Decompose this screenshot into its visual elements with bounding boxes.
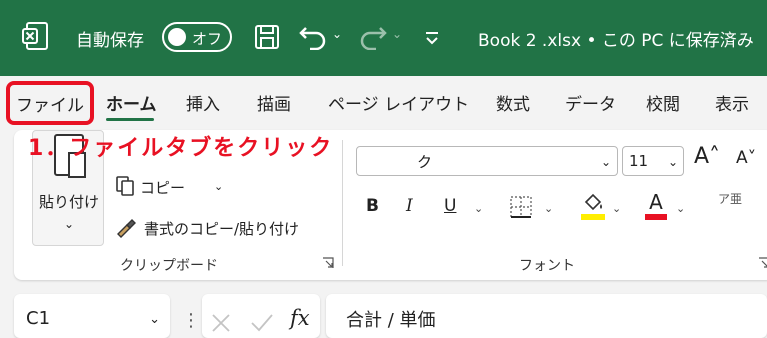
formula-input[interactable]: 合計 / 単価 [326, 294, 767, 338]
borders-dropdown-icon[interactable]: ⌄ [544, 202, 553, 215]
borders-icon[interactable] [510, 196, 532, 218]
font-color-dropdown-icon[interactable]: ⌄ [676, 202, 685, 215]
instruction-annotation: 1．ファイルタブをクリック [28, 136, 334, 161]
font-size-value: 11 [629, 152, 649, 170]
cancel-icon[interactable] [210, 312, 232, 334]
name-box[interactable]: C1 ⌄ [14, 294, 170, 338]
format-painter-icon[interactable] [114, 216, 138, 240]
font-name-value: ク [417, 153, 433, 171]
tab-insert[interactable]: 挿入 [186, 90, 220, 115]
tab-draw[interactable]: 描画 [257, 90, 291, 115]
font-name-dropdown-icon: ⌄ [600, 155, 611, 169]
tab-home[interactable]: ホーム [106, 90, 157, 115]
group-divider [342, 140, 343, 266]
autosave-toggle[interactable]: オフ [162, 22, 232, 52]
ribbon-tabs: ファイル ホーム 挿入 描画 ページ レイアウト 数式 データ 校閲 表示 [0, 76, 767, 128]
formula-bar: C1 ⌄ ⋮ fx 合計 / 単価 [0, 284, 767, 338]
clipboard-launcher-icon[interactable] [322, 257, 334, 269]
copy-icon[interactable] [116, 176, 134, 196]
formula-controls: fx [202, 294, 320, 338]
formula-value: 合計 / 単価 [346, 310, 436, 331]
tab-review[interactable]: 校閲 [646, 90, 680, 115]
active-tab-indicator [106, 118, 154, 121]
fill-color-dropdown-icon[interactable]: ⌄ [612, 202, 621, 215]
enter-icon[interactable] [250, 312, 274, 334]
font-size-dropdown-icon: ⌄ [667, 155, 678, 169]
title-bar: 自動保存 オフ ⌄ ⌄ Book 2 .xlsx • この PC に保存済み [0, 0, 767, 76]
format-painter-label[interactable]: 書式のコピー/貼り付け [144, 218, 299, 239]
font-launcher-icon[interactable] [758, 257, 767, 269]
tab-file[interactable]: ファイル [6, 81, 94, 125]
document-title[interactable]: Book 2 .xlsx • この PC に保存済み [478, 26, 754, 51]
clipboard-group-label: クリップボード [120, 258, 218, 274]
paste-dropdown-icon[interactable]: ⌄ [33, 217, 105, 231]
underline-button[interactable]: U [444, 196, 456, 216]
fill-color-icon[interactable] [580, 190, 606, 222]
save-icon[interactable] [254, 24, 280, 50]
name-box-value: C1 [26, 308, 51, 329]
paste-label: 貼り付け [38, 193, 99, 211]
font-name-select[interactable]: ク ⌄ [356, 146, 618, 176]
undo-dropdown-icon[interactable]: ⌄ [332, 27, 342, 41]
redo-icon [360, 27, 387, 50]
underline-dropdown-icon[interactable]: ⌄ [474, 202, 483, 215]
undo-icon[interactable] [298, 22, 328, 50]
copy-dropdown-icon[interactable]: ⌄ [214, 180, 223, 193]
furigana-icon[interactable]: ア亜 [718, 192, 742, 206]
decrease-font-size-button[interactable]: A˅ [736, 148, 756, 168]
increase-font-size-button[interactable]: A˄ [694, 144, 720, 169]
italic-button[interactable]: I [406, 196, 413, 216]
more-options-icon[interactable]: ⋮ [182, 310, 200, 331]
redo-dropdown-icon: ⌄ [392, 27, 403, 41]
font-group-label: フォント [519, 258, 575, 274]
tab-formulas[interactable]: 数式 [496, 90, 530, 115]
tab-data[interactable]: データ [565, 90, 616, 115]
autosave-label: 自動保存 [76, 31, 144, 51]
tab-page-layout[interactable]: ページ レイアウト [328, 90, 469, 115]
insert-function-icon[interactable]: fx [290, 306, 310, 330]
tab-view[interactable]: 表示 [715, 90, 749, 115]
bold-button[interactable]: B [366, 196, 379, 216]
excel-logo-icon [22, 22, 48, 50]
name-box-dropdown-icon[interactable]: ⌄ [149, 312, 160, 327]
font-color-icon[interactable]: A [644, 190, 668, 222]
svg-text:A: A [649, 190, 663, 214]
toggle-label: オフ [192, 30, 223, 48]
copy-button-label[interactable]: コピー [140, 177, 185, 198]
customize-quick-access-icon[interactable] [424, 24, 440, 48]
font-size-select[interactable]: 11 ⌄ [622, 146, 684, 176]
toggle-knob [168, 28, 186, 46]
tab-file-label: ファイル [16, 95, 84, 116]
